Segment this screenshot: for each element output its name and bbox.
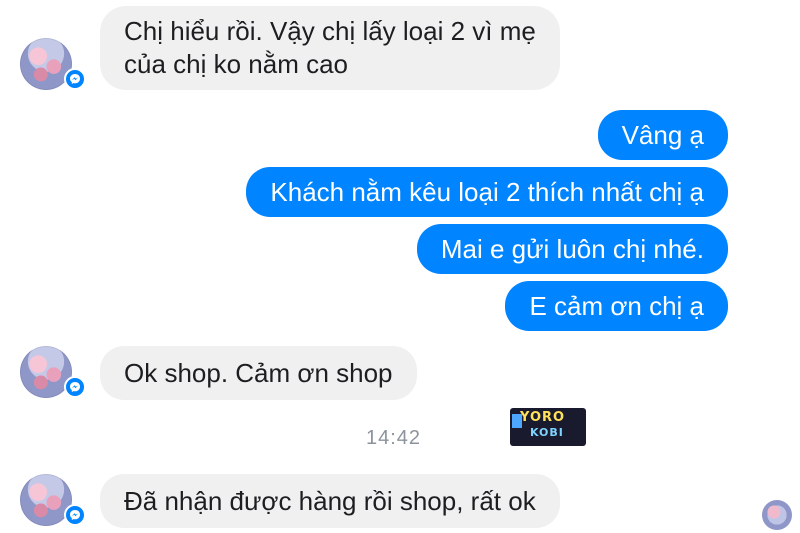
messenger-icon bbox=[64, 504, 86, 526]
messenger-icon bbox=[64, 376, 86, 398]
message-bubble-incoming[interactable]: Chị hiểu rồi. Vậy chị lấy loại 2 vì mẹ c… bbox=[100, 6, 560, 90]
message-timestamp: 14:42 bbox=[366, 427, 422, 449]
logo-subtext: KOBI bbox=[530, 426, 564, 439]
message-bubble-outgoing[interactable]: Vâng ạ bbox=[597, 110, 728, 160]
seen-avatar bbox=[762, 500, 792, 530]
message-bubble-outgoing[interactable]: E cảm ơn chị ạ bbox=[505, 281, 728, 331]
message-bubble-outgoing[interactable]: Khách nằm kêu loại 2 thích nhất chị ạ bbox=[246, 167, 728, 217]
shop-logo: YORO KOBI bbox=[510, 408, 586, 446]
messenger-icon bbox=[64, 68, 86, 90]
logo-text: YORO bbox=[520, 410, 566, 425]
message-bubble-incoming[interactable]: Đã nhận được hàng rồi shop, rất ok bbox=[100, 474, 560, 528]
message-bubble-outgoing[interactable]: Mai e gửi luôn chị nhé. bbox=[416, 224, 728, 274]
message-bubble-incoming[interactable]: Ok shop. Cảm ơn shop bbox=[100, 346, 417, 400]
